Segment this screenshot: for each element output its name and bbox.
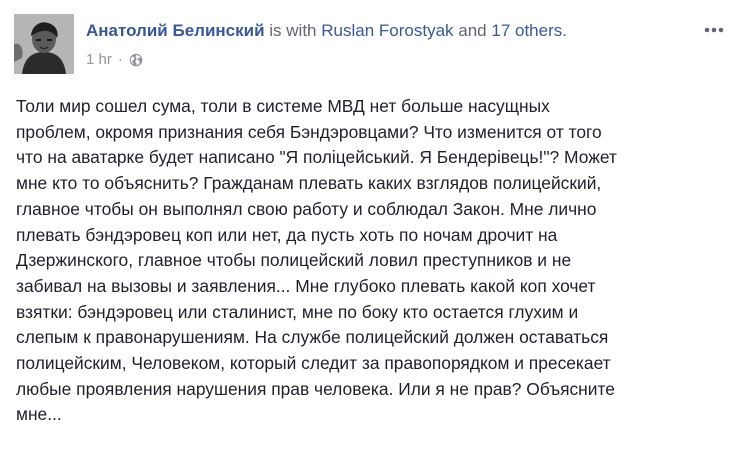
timestamp-link[interactable]: 1 hr (86, 50, 112, 70)
post-text-line: взятки: бэндэровец или сталинист, мне по… (16, 301, 579, 322)
avatar-photo (14, 14, 74, 74)
post-text-line: главное чтобы он выполнял свою работу и … (16, 198, 597, 219)
post-text-line: Толи мир сошел сума, толи в системе МВД … (16, 96, 550, 116)
post-text-line: полицейским, Человеком, который следит з… (16, 353, 611, 374)
more-options-button[interactable] (700, 18, 728, 42)
post-header: Анатолий Белинский is with Ruslan Forost… (86, 20, 567, 42)
post-text-line: что на аватарке будет написано "Я поліце… (16, 147, 617, 168)
post-text-line: мне кто то объяснить? Гражданам плевать … (16, 173, 602, 194)
author-name-link[interactable]: Анатолий Белинский (86, 21, 265, 40)
header-end-punct: . (562, 21, 567, 40)
meta-separator: · (117, 51, 123, 68)
with-text: is with (269, 21, 317, 40)
others-link[interactable]: 17 others (491, 21, 562, 40)
avatar[interactable] (14, 14, 74, 74)
post-text-line: слепым к правонарушениям. На службе поли… (16, 327, 609, 348)
post-meta: 1 hr · (86, 50, 143, 70)
globe-icon[interactable] (129, 53, 143, 67)
tagged-person-link[interactable]: Ruslan Forostyak (321, 21, 453, 40)
and-text: and (458, 21, 487, 40)
post-text-line: любые проявления нарушения прав человека… (16, 378, 615, 399)
post-text-line: плевать бэндэровец коп или нет, да пусть… (16, 224, 558, 245)
more-options-icon (704, 27, 724, 33)
post-text-line: забивал на вызовы и заявления... Мне глу… (16, 275, 596, 296)
post-body: Толи мир сошел сума, толи в системе МВД … (16, 94, 728, 428)
post-text-line: мне... (16, 404, 62, 425)
post-text-line: проблем, окромя признания себя Бэндэровц… (16, 121, 602, 142)
post-text-line: Дзержинского, главное чтобы полицейский … (16, 250, 572, 271)
facebook-post: Анатолий Белинский is with Ruslan Forost… (0, 0, 740, 459)
